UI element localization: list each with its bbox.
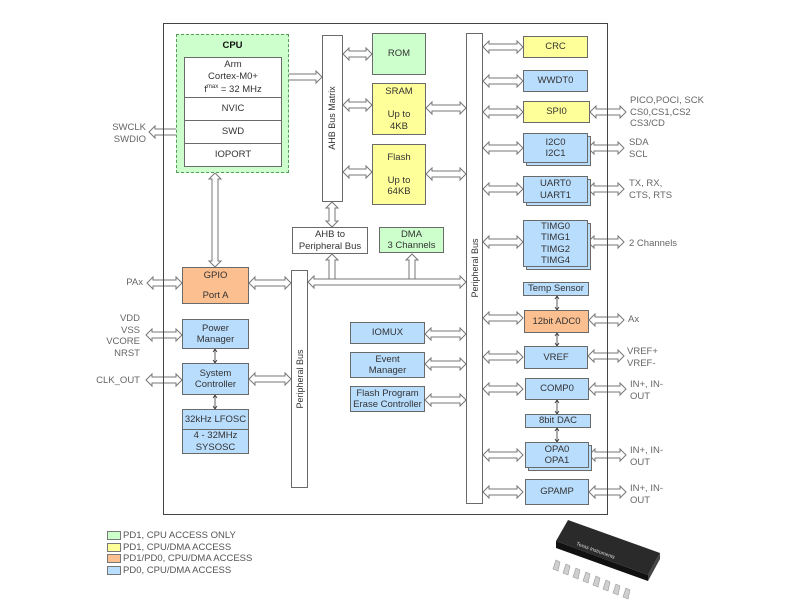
ioport: IOPORT [184,143,282,167]
core-line: Cortex-M0+ [208,70,258,82]
dac: 8bit DAC [525,414,591,428]
adc0: 12bit ADC0 [524,310,589,333]
nvic: NVIC [184,97,282,121]
iomux: IOMUX [350,322,425,344]
pin-label-pax: PAx [126,277,143,288]
legend-item: PD0, CPU/DMA ACCESS [107,565,231,576]
legend-label: PD1/PD0, CPU/DMA ACCESS [123,553,253,564]
cpu-title: CPU [222,40,243,51]
wwdt0: WWDT0 [523,70,588,92]
system-controller: System Controller [182,363,249,395]
comp0: COMP0 [525,378,589,400]
pin-label-uart: TX, RX, CTS, RTS [629,178,673,201]
pin-label-spi: PICO,POCI, SCK CS0,CS1,CS2 CS3/CD [630,95,704,129]
pin-label-opa: IN+, IN- OUT [630,445,663,468]
legend-item: PD1, CPU/DMA ACCESS [107,542,231,553]
legend-item: PD1, CPU ACCESS ONLY [107,530,236,541]
pin-label-swd: SWCLK SWDIO [112,122,146,145]
crc: CRC [523,36,588,58]
uart: UART0 UART1 [523,176,588,203]
pin-label-adc: Ax [628,314,640,325]
legend-swatch [107,542,121,552]
sysosc: 4 - 32MHz SYSOSC [182,429,249,454]
legend-swatch [107,531,121,540]
ahb-bus-matrix-label: AHB Bus Matrix [327,86,337,150]
peripheral-bus-left-label: Peripheral Bus [295,349,305,409]
opa: OPA0 OPA1 [525,442,589,468]
legend-item: PD1/PD0, CPU/DMA ACCESS [107,553,252,564]
legend-label: PD0, CPU/DMA ACCESS [123,564,232,576]
core-line: Arm [224,59,242,71]
rom: ROM [372,33,426,75]
power-manager: Power Manager [182,319,249,349]
lfosc: 32kHz LFOSC [182,409,249,430]
legend-label: PD1, CPU/DMA ACCESS [123,541,232,553]
pin-label-comp: IN+, IN- OUT [630,379,663,402]
dma: DMA 3 Channels [379,227,444,253]
sram: SRAM Up to 4KB [372,83,426,135]
fmax: fmax = 32 MHz [204,84,262,96]
event-manager: Event Manager [350,352,425,378]
temp-sensor: Temp Sensor [523,282,589,296]
peripheral-bus-right-label: Peripheral Bus [470,238,480,298]
vref: VREF [524,346,588,369]
flash: Flash Up to 64KB [372,144,426,205]
gpamp: GPAMP [525,479,589,505]
legend-swatch [107,565,121,575]
chip-package-image: Texas Instruments [552,520,660,600]
i2c: I2C0 I2C1 [523,133,588,163]
legend-label: PD1, CPU ACCESS ONLY [123,530,236,541]
pin-label-i2c: SDA SCL [629,137,649,160]
pin-label-power: VDD VSS VCORE NRST [106,313,140,359]
spi0: SPI0 [523,101,590,123]
timg: TIMG0 TIMG1 TIMG2 TIMG4 [523,220,588,267]
arm-core: Arm Cortex-M0+ fmax = 32 MHz [184,57,282,98]
pin-label-timg: 2 Channels [629,238,678,249]
pin-label-gpamp: IN+, IN- OUT [630,483,663,506]
gpio-port-a: GPIO Port A [182,267,249,304]
legend-swatch [107,554,121,563]
pin-label-vref: VREF+ VREF- [627,346,658,369]
flash-controller: Flash Program Erase Controller [350,386,425,412]
pin-label-clkout: CLK_OUT [96,375,140,386]
swd: SWD [184,120,282,144]
ahb-to-peripheral-bridge: AHB to Peripheral Bus [292,227,368,254]
